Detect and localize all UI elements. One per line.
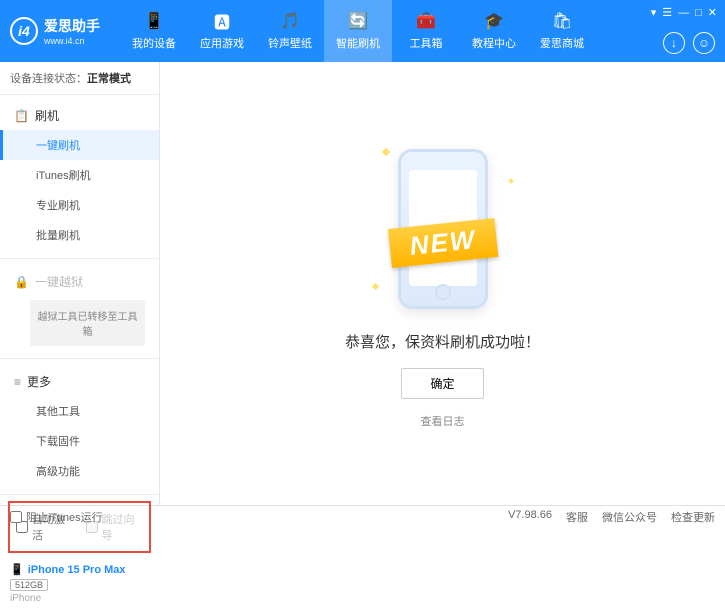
device-storage: 512GB <box>10 579 48 591</box>
success-illustration: NEW <box>353 139 533 319</box>
ok-button[interactable]: 确定 <box>401 368 483 399</box>
block-itunes-checkbox[interactable]: 阻止iTunes运行 <box>10 509 103 525</box>
side-item-2-1[interactable]: 下载固件 <box>0 426 159 456</box>
maximize-icon[interactable]: □ <box>695 7 702 19</box>
window-controls: ▾ ☰ — □ ✕ <box>651 6 717 19</box>
app-name: 爱思助手 <box>44 16 100 36</box>
nav-icon: 🛍 <box>552 11 572 31</box>
update-link[interactable]: 检查更新 <box>671 509 715 525</box>
user-icons: ↓ ☺ <box>663 32 715 54</box>
side-item-0-1[interactable]: iTunes刷机 <box>0 160 159 190</box>
side-item-2-2[interactable]: 高级功能 <box>0 456 159 486</box>
main-content: NEW 恭喜您，保资料刷机成功啦！ 确定 查看日志 <box>160 62 725 505</box>
side-item-0-0[interactable]: 一键刷机 <box>0 130 159 160</box>
download-icon[interactable]: ↓ <box>663 32 685 54</box>
wechat-link[interactable]: 微信公众号 <box>602 509 657 525</box>
top-nav: 📱我的设备🅰应用游戏🎵铃声壁纸🔄智能刷机🧰工具箱🎓教程中心🛍爱思商城 <box>120 0 596 62</box>
sidebar: 设备连接状态：正常模式 📋刷机一键刷机iTunes刷机专业刷机批量刷机 🔒一键越狱… <box>0 62 160 505</box>
nav-icon: 🎵 <box>280 11 300 31</box>
nav-6[interactable]: 🛍爱思商城 <box>528 0 596 62</box>
nav-icon: 🅰 <box>212 11 232 31</box>
side-item-0-3[interactable]: 批量刷机 <box>0 220 159 250</box>
group-0[interactable]: 📋刷机 <box>0 101 159 130</box>
nav-icon: 🎓 <box>484 11 504 31</box>
group-1[interactable]: 🔒一键越狱 <box>0 267 159 296</box>
side-item-0-2[interactable]: 专业刷机 <box>0 190 159 220</box>
device-info: 📱 iPhone 15 Pro Max 512GB iPhone <box>0 557 159 610</box>
support-link[interactable]: 客服 <box>566 509 588 525</box>
connection-status: 设备连接状态：正常模式 <box>0 62 159 95</box>
nav-icon: 🧰 <box>416 11 436 31</box>
view-log-link[interactable]: 查看日志 <box>421 413 465 429</box>
nav-1[interactable]: 🅰应用游戏 <box>188 0 256 62</box>
menu-icon[interactable]: ▾ <box>651 6 657 19</box>
grid-icon[interactable]: ☰ <box>662 6 672 19</box>
device-name[interactable]: 📱 iPhone 15 Pro Max <box>10 563 149 576</box>
group-2[interactable]: ≡更多 <box>0 367 159 396</box>
nav-icon: 📱 <box>144 11 164 31</box>
close-icon[interactable]: ✕ <box>708 6 717 19</box>
minimize-icon[interactable]: — <box>678 7 689 19</box>
device-type: iPhone <box>10 593 149 604</box>
titlebar: i4 爱思助手 www.i4.cn 📱我的设备🅰应用游戏🎵铃声壁纸🔄智能刷机🧰工… <box>0 0 725 62</box>
side-item-2-0[interactable]: 其他工具 <box>0 396 159 426</box>
user-icon[interactable]: ☺ <box>693 32 715 54</box>
success-message: 恭喜您，保资料刷机成功啦！ <box>345 331 540 352</box>
nav-0[interactable]: 📱我的设备 <box>120 0 188 62</box>
nav-5[interactable]: 🎓教程中心 <box>460 0 528 62</box>
nav-icon: 🔄 <box>348 11 368 31</box>
logo-icon: i4 <box>10 17 38 45</box>
nav-3[interactable]: 🔄智能刷机 <box>324 0 392 62</box>
side-note: 越狱工具已转移至工具箱 <box>30 300 145 346</box>
app-url: www.i4.cn <box>44 36 100 46</box>
nav-4[interactable]: 🧰工具箱 <box>392 0 460 62</box>
nav-2[interactable]: 🎵铃声壁纸 <box>256 0 324 62</box>
logo: i4 爱思助手 www.i4.cn <box>0 16 120 46</box>
version-label: V7.98.66 <box>508 509 552 525</box>
